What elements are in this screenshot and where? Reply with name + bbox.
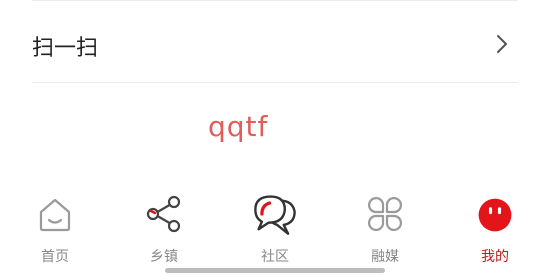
scan-menu-item[interactable]: 扫一扫	[0, 2, 550, 84]
tab-community-label: 社区	[261, 249, 289, 265]
smiley-face-icon	[478, 198, 512, 232]
tab-town[interactable]: 乡镇	[119, 188, 209, 266]
tab-mine[interactable]: 我的	[450, 188, 540, 266]
chat-bubbles-icon	[254, 195, 296, 235]
grid-petals-icon	[368, 197, 402, 231]
tab-media[interactable]: 融媒	[340, 188, 430, 266]
share-icon	[146, 195, 181, 233]
tab-community[interactable]: 社区	[230, 188, 320, 266]
home-icon	[39, 198, 71, 232]
top-divider	[32, 0, 518, 1]
scan-label: 扫一扫	[32, 36, 99, 61]
bottom-tab-bar: 首页 乡镇 社区 融媒 我的	[0, 188, 550, 268]
menu-divider	[32, 82, 518, 83]
username: qqtf	[208, 110, 269, 143]
tab-home-label: 首页	[41, 249, 69, 265]
tab-town-label: 乡镇	[150, 249, 178, 265]
chevron-right-icon	[497, 35, 507, 53]
tab-mine-label: 我的	[481, 249, 509, 265]
home-indicator[interactable]	[165, 268, 385, 273]
tab-media-label: 融媒	[371, 249, 399, 265]
tab-home[interactable]: 首页	[10, 188, 100, 266]
